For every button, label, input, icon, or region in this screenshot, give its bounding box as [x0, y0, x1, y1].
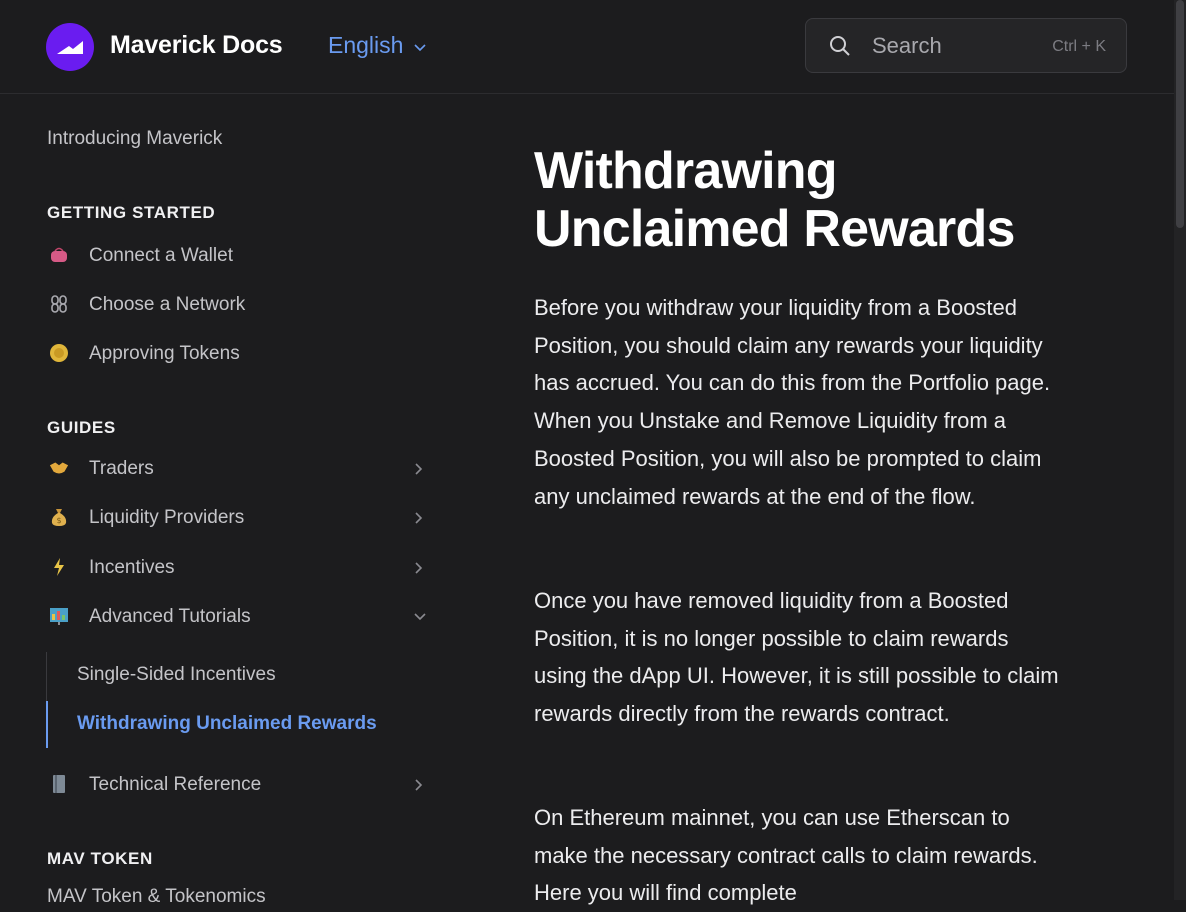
chart-icon [49, 606, 69, 626]
page-scrollbar[interactable] [1174, 0, 1186, 900]
sidebar-subitem-single-sided-incentives[interactable]: Single-Sided Incentives [77, 664, 276, 686]
active-indicator [46, 701, 48, 748]
money-bag-icon: $ [49, 507, 69, 527]
sidebar-item-liquidity-providers[interactable]: $ Liquidity Providers [47, 501, 427, 537]
language-selector[interactable]: English [328, 32, 427, 59]
sidebar-item-choose-network[interactable]: Choose a Network [47, 288, 427, 324]
sidebar-item-label: Incentives [89, 557, 175, 578]
site-title[interactable]: Maverick Docs [110, 31, 283, 60]
chevron-down-icon [414, 613, 426, 621]
coin-icon [49, 343, 69, 363]
section-title-guides: GUIDES [47, 418, 116, 437]
sidebar-item-incentives[interactable]: Incentives [47, 551, 427, 587]
scrollbar-thumb[interactable] [1176, 0, 1184, 228]
paragraph-3: On Ethereum mainnet, you can use Ethersc… [534, 805, 1038, 906]
sidebar-nav: Introducing Maverick GETTING STARTED Con… [0, 94, 440, 907]
section-title-mav-token: MAV TOKEN [47, 849, 153, 868]
sidebar-item-label: Technical Reference [89, 774, 262, 795]
sidebar-item-introducing-maverick[interactable]: Introducing Maverick [47, 128, 222, 150]
chevron-down-icon [414, 43, 427, 51]
sidebar-item-label: Advanced Tutorials [89, 606, 251, 627]
paragraph-1: Before you withdraw your liquidity from … [534, 295, 1051, 509]
sidebar-item-label: Approving Tokens [89, 343, 240, 364]
sidebar-subitem-withdrawing-unclaimed-rewards[interactable]: Withdrawing Unclaimed Rewards [77, 713, 377, 735]
chevron-right-icon [415, 779, 423, 791]
sidebar-item-label: Choose a Network [89, 294, 246, 315]
chain-icon [49, 294, 69, 314]
sidebar-item-traders[interactable]: Traders [47, 452, 427, 488]
book-icon [49, 774, 69, 794]
sidebar-item-technical-reference[interactable]: Technical Reference [47, 768, 427, 804]
search-placeholder: Search [872, 33, 942, 58]
sidebar-item-mav-token-tokenomics[interactable]: MAV Token & Tokenomics [47, 886, 266, 908]
sidebar-item-label: Connect a Wallet [89, 245, 233, 266]
sidebar-item-label: Traders [89, 458, 154, 479]
chevron-right-icon [415, 463, 423, 475]
purse-icon [49, 245, 69, 265]
handshake-icon [49, 458, 69, 478]
page-title-line-2: Unclaimed Rewards [534, 200, 1015, 258]
maverick-logo-icon[interactable] [46, 23, 94, 71]
page-title: Withdrawing Unclaimed Rewards [534, 142, 1074, 258]
language-label: English [328, 32, 404, 58]
chevron-right-icon [415, 562, 423, 574]
page-title-line-1: Withdrawing [534, 142, 838, 200]
chevron-right-icon [415, 512, 423, 524]
section-title-getting-started: GETTING STARTED [47, 203, 216, 222]
search-box[interactable]: Search Ctrl + K [805, 18, 1127, 73]
search-icon [830, 36, 850, 56]
lightning-icon [49, 557, 69, 577]
search-shortcut: Ctrl + K [1052, 38, 1106, 55]
sidebar-item-approving-tokens[interactable]: Approving Tokens [47, 337, 427, 373]
sidebar-item-connect-wallet[interactable]: Connect a Wallet [47, 239, 427, 275]
sidebar-item-advanced-tutorials[interactable]: Advanced Tutorials [47, 600, 427, 636]
top-header: Maverick Docs English Search Ctrl + K [0, 0, 1174, 94]
sidebar-item-label: Liquidity Providers [89, 507, 245, 528]
paragraph-2: Once you have removed liquidity from a B… [534, 588, 1059, 727]
svg-text:$: $ [56, 516, 61, 525]
